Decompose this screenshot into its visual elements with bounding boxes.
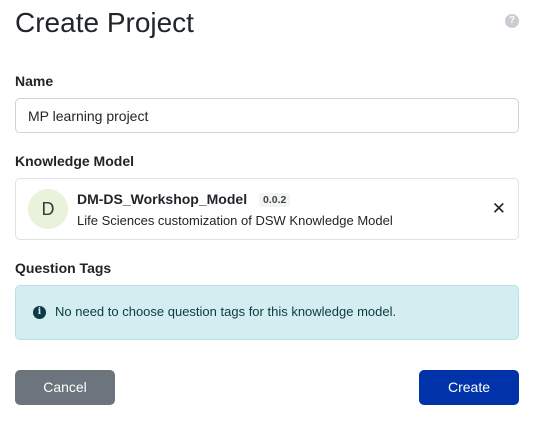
name-input[interactable] <box>15 98 519 133</box>
info-circle-icon: i <box>33 306 46 319</box>
page-title: Create Project <box>15 7 194 38</box>
knowledge-model-label: Knowledge Model <box>15 153 134 169</box>
question-tags-info-alert: i No need to choose question tags for th… <box>15 285 519 340</box>
knowledge-model-avatar: D <box>28 189 68 229</box>
create-project-form: Create Project ? Name Knowledge Model D … <box>15 0 519 422</box>
knowledge-model-version-badge: 0.0.2 <box>259 193 291 207</box>
question-circle-icon[interactable]: ? <box>505 14 519 28</box>
knowledge-model-selection: D DM-DS_Workshop_Model 0.0.2 Life Scienc… <box>15 178 519 240</box>
question-tags-label: Question Tags <box>15 260 112 276</box>
close-icon[interactable]: ✕ <box>492 199 506 219</box>
knowledge-model-name: DM-DS_Workshop_Model <box>77 191 248 207</box>
knowledge-model-description: Life Sciences customization of DSW Knowl… <box>77 213 393 228</box>
question-tags-info-message: No need to choose question tags for this… <box>55 304 397 319</box>
cancel-button[interactable]: Cancel <box>15 370 115 405</box>
create-button[interactable]: Create <box>419 370 519 405</box>
name-label: Name <box>15 73 54 89</box>
